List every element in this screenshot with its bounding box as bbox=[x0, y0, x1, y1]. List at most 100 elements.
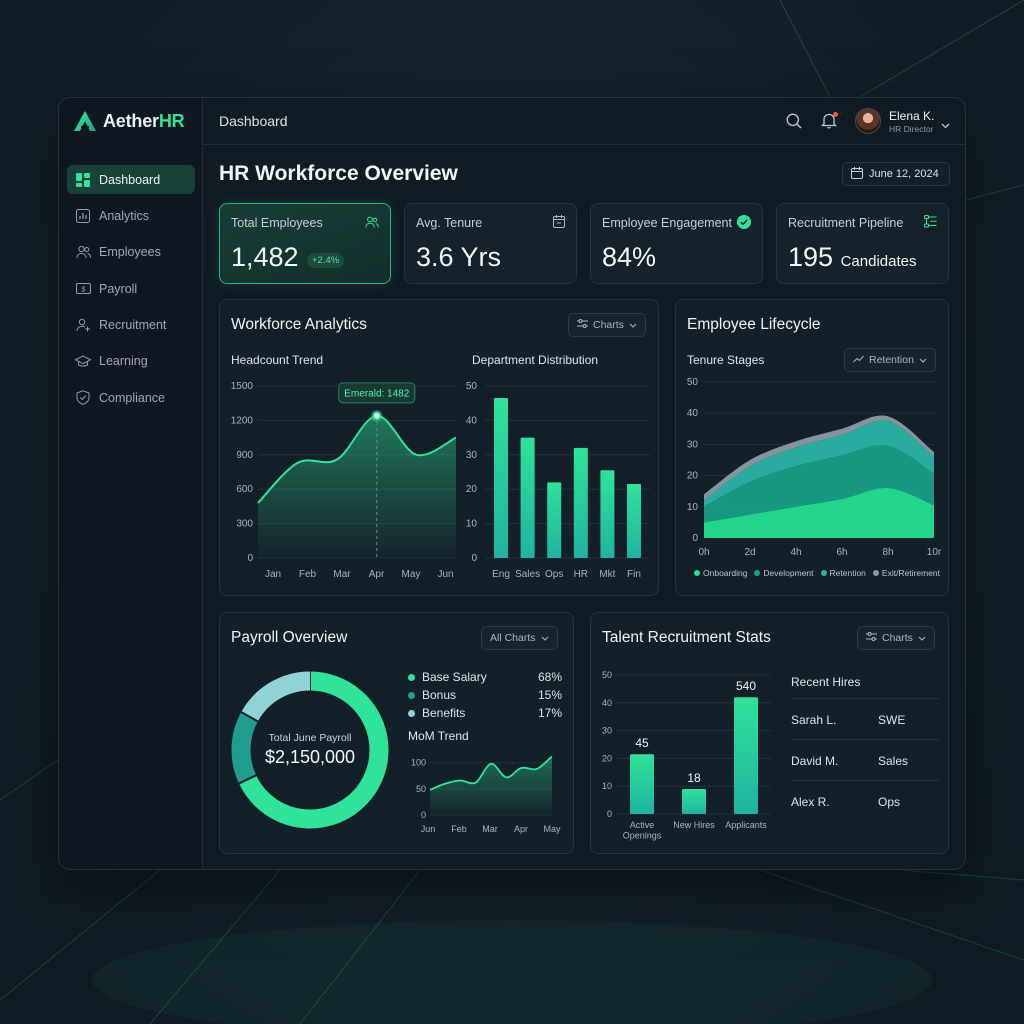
sidebar-item-learning[interactable]: Learning bbox=[67, 347, 195, 376]
data-label: 45 bbox=[635, 736, 649, 750]
sidebar-item-analytics[interactable]: Analytics bbox=[67, 201, 195, 230]
sidebar-item-employees[interactable]: Employees bbox=[67, 238, 195, 267]
x-tick-label: 8h bbox=[882, 547, 893, 558]
x-tick-label: 6h bbox=[836, 547, 847, 558]
legend-item: Development bbox=[754, 568, 814, 578]
x-tick-label: May bbox=[543, 824, 561, 834]
chevron-down-icon bbox=[629, 319, 637, 331]
sidebar-item-recruitment[interactable]: Recruitment bbox=[67, 311, 195, 340]
date-picker[interactable]: June 12, 2024 bbox=[842, 162, 950, 186]
user-add-icon bbox=[75, 317, 91, 333]
kpi-label: Recruitment Pipeline bbox=[788, 216, 904, 230]
bar-chart-icon bbox=[75, 208, 91, 224]
y-tick-label: 20 bbox=[687, 471, 699, 482]
y-tick-label: 30 bbox=[687, 439, 699, 450]
trend-icon bbox=[853, 354, 864, 366]
money-icon: $ bbox=[75, 281, 91, 297]
card-title: Talent Recruitment Stats bbox=[602, 629, 771, 646]
charts-filter-button[interactable]: Charts bbox=[568, 313, 646, 337]
retention-filter-button[interactable]: Retention bbox=[844, 348, 936, 372]
y-tick-label: 50 bbox=[416, 784, 426, 794]
x-tick-label: Openings bbox=[623, 831, 662, 841]
kpi-label: Avg. Tenure bbox=[416, 216, 483, 230]
y-tick-label: 10 bbox=[687, 502, 699, 513]
kpi-value: 84% bbox=[602, 242, 657, 272]
brand-logo[interactable]: AetherHR bbox=[73, 110, 185, 132]
search-icon[interactable] bbox=[786, 113, 802, 134]
donut-slice bbox=[231, 712, 259, 784]
calendar-icon bbox=[553, 215, 565, 233]
user-role: HR Director bbox=[889, 124, 934, 134]
bar bbox=[520, 437, 535, 558]
user-name: Elena K. bbox=[889, 109, 935, 123]
list-item[interactable]: Alex R. Ops bbox=[791, 781, 939, 822]
y-tick-label: 900 bbox=[236, 450, 253, 461]
sidebar-item-compliance[interactable]: Compliance bbox=[67, 383, 195, 412]
x-tick-label: 10r bbox=[927, 547, 942, 558]
x-tick-label: Mkt bbox=[599, 569, 615, 580]
x-tick-label: Eng bbox=[492, 569, 510, 580]
list-item[interactable]: Sarah L. SWE bbox=[791, 699, 939, 740]
kpi-recruitment-pipeline[interactable]: Recruitment Pipeline 195 Candidates bbox=[776, 203, 949, 284]
y-tick-label: 20 bbox=[602, 753, 612, 763]
mom-trend-chart: 0 50 100 Jun Feb Mar Apr May bbox=[411, 755, 561, 834]
kpi-label: Employee Engagement bbox=[602, 216, 732, 230]
x-tick-label: Jun bbox=[421, 824, 436, 834]
svg-text:$: $ bbox=[81, 285, 86, 294]
bar bbox=[573, 447, 588, 558]
legend-item: Retention bbox=[820, 568, 866, 578]
area-fill bbox=[430, 756, 552, 815]
chevron-down-icon bbox=[541, 632, 549, 644]
y-tick-label: 0 bbox=[692, 533, 698, 544]
data-label: 18 bbox=[687, 771, 701, 785]
sliders-icon bbox=[577, 319, 588, 331]
kpi-employee-engagement[interactable]: Employee Engagement 84% bbox=[590, 203, 763, 284]
kpi-avg-tenure[interactable]: Avg. Tenure 3.6 Yrs bbox=[404, 203, 577, 284]
kpi-total-employees[interactable]: Total Employees 1,482 +2.4% bbox=[219, 203, 391, 284]
y-tick-label: 1200 bbox=[231, 415, 254, 426]
legend-bonus: Bonus 15% bbox=[408, 688, 562, 702]
x-tick-label: Mar bbox=[482, 824, 498, 834]
bar bbox=[494, 398, 508, 558]
x-tick-label: Jan bbox=[265, 569, 281, 580]
x-tick-label: Sales bbox=[515, 569, 540, 580]
card-title: Workforce Analytics bbox=[231, 316, 367, 333]
x-tick-label: New Hires bbox=[673, 820, 715, 830]
avatar[interactable] bbox=[855, 108, 881, 134]
chevron-down-icon[interactable] bbox=[941, 116, 950, 134]
sidebar-item-dashboard[interactable]: Dashboard bbox=[67, 165, 195, 194]
card-title: Payroll Overview bbox=[231, 629, 348, 646]
y-tick-label: 10 bbox=[602, 781, 612, 791]
bell-icon[interactable] bbox=[820, 112, 838, 134]
tooltip-text: Emerald: 1482 bbox=[344, 388, 409, 399]
headcount-title: Headcount Trend bbox=[231, 353, 324, 367]
x-tick-label: Fin bbox=[627, 569, 641, 580]
filter-label: All Charts bbox=[490, 632, 536, 644]
recent-hires-title: Recent Hires bbox=[791, 675, 861, 689]
sidebar-item-label: Recruitment bbox=[99, 318, 167, 333]
talent-recruitment-card: Talent Recruitment Stats Charts 0 10 20 30 4… bbox=[590, 612, 949, 854]
y-tick-label: 300 bbox=[236, 519, 253, 530]
brand-name: AetherHR bbox=[103, 110, 185, 131]
top-bar: Dashboard Elena K. HR Director bbox=[203, 98, 965, 145]
donut-slice bbox=[241, 671, 311, 722]
x-tick-label: Applicants bbox=[725, 820, 767, 830]
bar bbox=[630, 754, 654, 814]
chevron-down-icon bbox=[919, 354, 927, 366]
bar bbox=[547, 482, 562, 558]
all-charts-filter-button[interactable]: All Charts bbox=[481, 626, 558, 650]
y-tick-label: 40 bbox=[602, 698, 612, 708]
filter-label: Charts bbox=[882, 632, 913, 644]
notification-dot bbox=[833, 112, 838, 117]
payroll-overview-card: Payroll Overview All Charts Total June P… bbox=[219, 612, 574, 854]
legend-base-salary: Base Salary 68% bbox=[408, 670, 562, 684]
donut-center-value: $2,150,000 bbox=[264, 747, 356, 767]
recruitment-charts-filter-button[interactable]: Charts bbox=[857, 626, 935, 650]
legend-benefits: Benefits 17% bbox=[408, 706, 562, 720]
list-item[interactable]: David M. Sales bbox=[791, 740, 939, 781]
kpi-delta-badge: +2.4% bbox=[307, 253, 345, 268]
employee-lifecycle-card: Employee Lifecycle Tenure Stages Retenti… bbox=[675, 299, 949, 596]
sidebar-item-payroll[interactable]: $ Payroll bbox=[67, 274, 195, 303]
sidebar-item-label: Analytics bbox=[99, 208, 150, 223]
logo-icon bbox=[74, 111, 96, 131]
